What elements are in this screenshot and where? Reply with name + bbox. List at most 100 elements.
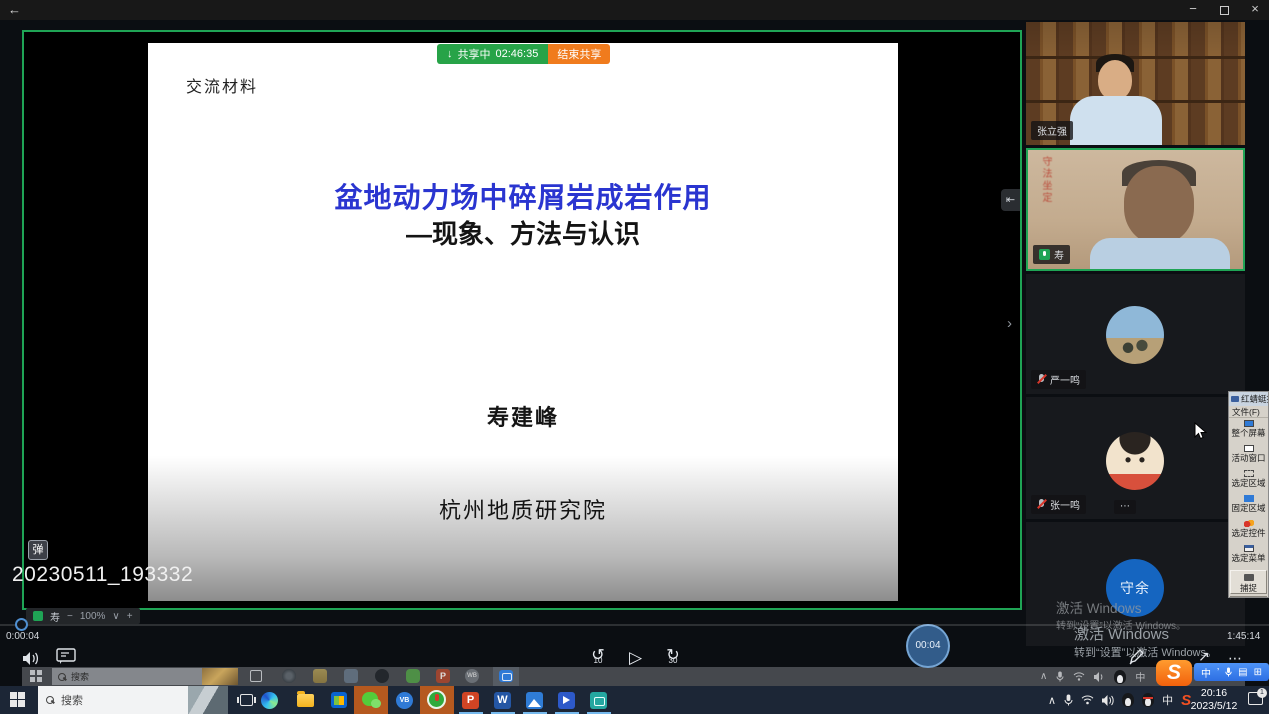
stop-share-button[interactable]: 结束共享 — [548, 44, 610, 64]
tray-qq-icon-2[interactable] — [1142, 693, 1154, 707]
capture-panel-titlebar[interactable]: 红蜻蜓抓 — [1229, 392, 1268, 406]
share-status-label: 共享中 — [458, 46, 491, 62]
participant-video-4[interactable]: 张一鸣 ⋯ — [1026, 397, 1245, 519]
display-chat-icon[interactable] — [56, 648, 76, 665]
capture-mode-menu[interactable]: 选定菜单 — [1229, 545, 1268, 568]
films-tv-icon[interactable] — [558, 692, 575, 709]
participant-name: 张立强 — [1037, 123, 1067, 138]
sogou-keyboard-icon[interactable]: ▤ — [1238, 667, 1247, 678]
word-icon[interactable]: W — [494, 692, 511, 709]
recorded-wb-app-icon: WB — [465, 669, 479, 683]
share-download-icon: ↓ — [447, 48, 453, 60]
participant-name: 寿 — [1054, 247, 1064, 262]
capture-status-bar: 捕捉图像 — [1230, 596, 1267, 598]
capture-mode-control[interactable]: 选定控件 — [1229, 520, 1268, 543]
close-button[interactable]: × — [1248, 2, 1262, 16]
participant-name-tag: 严一鸣 — [1031, 370, 1086, 389]
avatar — [1106, 432, 1164, 490]
meeting-zoom-toolbar: 寿 − 100% ∨ + — [26, 608, 140, 624]
expand-chevron-icon[interactable]: › — [1007, 315, 1012, 332]
capture-mode-window[interactable]: 活动窗口 — [1229, 445, 1268, 468]
start-button[interactable] — [10, 692, 26, 708]
tray-chevron-icon: ∧ — [1040, 671, 1047, 682]
activate-windows-watermark: 激活 Windows 转到“设置”以激活 Windows。 — [1074, 623, 1217, 660]
tray-ime-indicator: 中 — [1135, 669, 1145, 684]
photos-icon[interactable] — [526, 692, 543, 709]
participant-2-figure — [1090, 238, 1230, 271]
file-explorer-icon[interactable] — [297, 694, 314, 707]
slide-title: 盆地动力场中碎屑岩成岩作用 — [148, 176, 898, 216]
zoom-caret-icon[interactable]: ∨ — [112, 611, 119, 622]
share-status-pill: ↓ 共享中 02:46:35 结束共享 — [437, 44, 610, 64]
annotate-pencil-icon[interactable] — [1128, 648, 1145, 665]
play-button[interactable]: ▷ — [629, 648, 642, 668]
notification-center-icon[interactable]: 1 — [1248, 692, 1263, 705]
tray-volume-icon[interactable] — [1102, 695, 1114, 706]
recorded-wechat-icon — [406, 669, 420, 683]
capture-app-attention[interactable] — [420, 686, 454, 714]
tray-ime-indicator[interactable]: 中 — [1162, 692, 1173, 708]
taskbar-search-box[interactable]: 搜索 — [38, 686, 228, 714]
microsoft-store-icon[interactable] — [331, 692, 347, 708]
taskbar-clock[interactable]: 20:16 2023/5/12 — [1186, 687, 1242, 713]
sogou-logo[interactable]: S — [1156, 660, 1192, 686]
skip-back-10-button[interactable]: ↺ 10 — [585, 649, 611, 671]
recorded-taskbar: 搜索 P WB ∧ 中 2023/5/11 — [22, 667, 1245, 686]
camera-app-icon[interactable] — [590, 692, 607, 709]
powerpoint-icon[interactable]: P — [462, 692, 479, 709]
sogou-ime-mode[interactable]: 中 — [1201, 665, 1211, 680]
sogou-skin-icon[interactable]: ⊞ — [1254, 667, 1262, 678]
minimize-button[interactable]: − — [1186, 3, 1200, 17]
current-time: 0:00:04 — [6, 631, 39, 642]
skip-forward-30-button[interactable]: ↻ 30 — [660, 649, 686, 671]
edge-icon[interactable] — [261, 692, 278, 709]
zoom-level[interactable]: 100% — [80, 611, 106, 622]
participant-1-figure — [1070, 96, 1162, 145]
zoom-in-button[interactable]: + — [127, 611, 133, 622]
slide-tag: 交流材料 — [186, 73, 258, 97]
watermark-line1: 激活 Windows — [1074, 623, 1217, 644]
wechat-taskbar-attention[interactable] — [354, 686, 388, 714]
participant-more-button[interactable]: ⋯ — [1114, 500, 1136, 514]
recorded-system-tray: ∧ 中 — [1040, 667, 1145, 686]
capture-mode-region[interactable]: 选定区域 — [1229, 470, 1268, 493]
tray-network-icon[interactable] — [1081, 695, 1094, 705]
capture-mode-fullscreen[interactable]: 整个屏幕 — [1229, 420, 1268, 443]
search-placeholder: 搜索 — [61, 692, 83, 708]
capture-mode-fixed-region[interactable]: 固定区域 — [1229, 495, 1268, 518]
recorded-start-button — [30, 670, 42, 682]
seek-handle[interactable] — [15, 618, 28, 631]
clock-date: 2023/5/12 — [1186, 700, 1242, 713]
wechat-icon — [362, 692, 378, 706]
presentation-slide: 交流材料 盆地动力场中碎屑岩成岩作用 —现象、方法与认识 寿建峰 杭州地质研究院 — [148, 43, 898, 601]
taskbar: 搜索 VB P W ∧ 中 S 20:16 2023 — [0, 686, 1269, 714]
participant-video-1[interactable]: 张立强 — [1026, 22, 1245, 145]
danmaku-toggle[interactable]: 弹 — [28, 540, 48, 560]
zoom-out-button[interactable]: − — [67, 611, 73, 622]
tray-qq-icon[interactable] — [1122, 693, 1134, 707]
sogou-toolbar[interactable]: 中 ’ ▤ ⊞ — [1194, 663, 1269, 681]
recorded-education-app-icon — [375, 669, 389, 683]
window-titlebar — [0, 0, 1269, 20]
participant-1-figure — [1098, 60, 1132, 100]
sogou-mic-icon[interactable] — [1225, 667, 1232, 677]
sidebar-collapse-button[interactable]: ⇤ — [1001, 189, 1020, 211]
task-view-button[interactable] — [240, 694, 253, 706]
volume-icon[interactable] — [22, 651, 40, 666]
clock-time: 20:16 — [1186, 687, 1242, 700]
capture-menu-file[interactable]: 文件(F) — [1229, 406, 1268, 418]
back-icon[interactable]: ← — [8, 2, 21, 17]
tray-mic-icon[interactable] — [1064, 694, 1073, 706]
sogou-punct-icon[interactable]: ’ — [1217, 667, 1219, 678]
system-tray: ∧ 中 S — [1048, 686, 1191, 714]
participant-video-2-active-speaker[interactable]: 守法坐定 寿 — [1026, 148, 1245, 271]
slide-organization: 杭州地质研究院 — [148, 493, 898, 525]
tray-chevron-icon[interactable]: ∧ — [1048, 694, 1056, 707]
seek-bar[interactable] — [0, 624, 1269, 626]
participant-video-3[interactable]: 严一鸣 — [1026, 274, 1245, 394]
vb-app-icon[interactable]: VB — [396, 692, 413, 709]
maximize-button[interactable] — [1220, 6, 1229, 15]
tray-mic-icon — [1056, 671, 1064, 682]
watermark-line1: 激活 Windows — [1056, 597, 1186, 617]
capture-button[interactable]: 捕捉 — [1230, 570, 1267, 594]
